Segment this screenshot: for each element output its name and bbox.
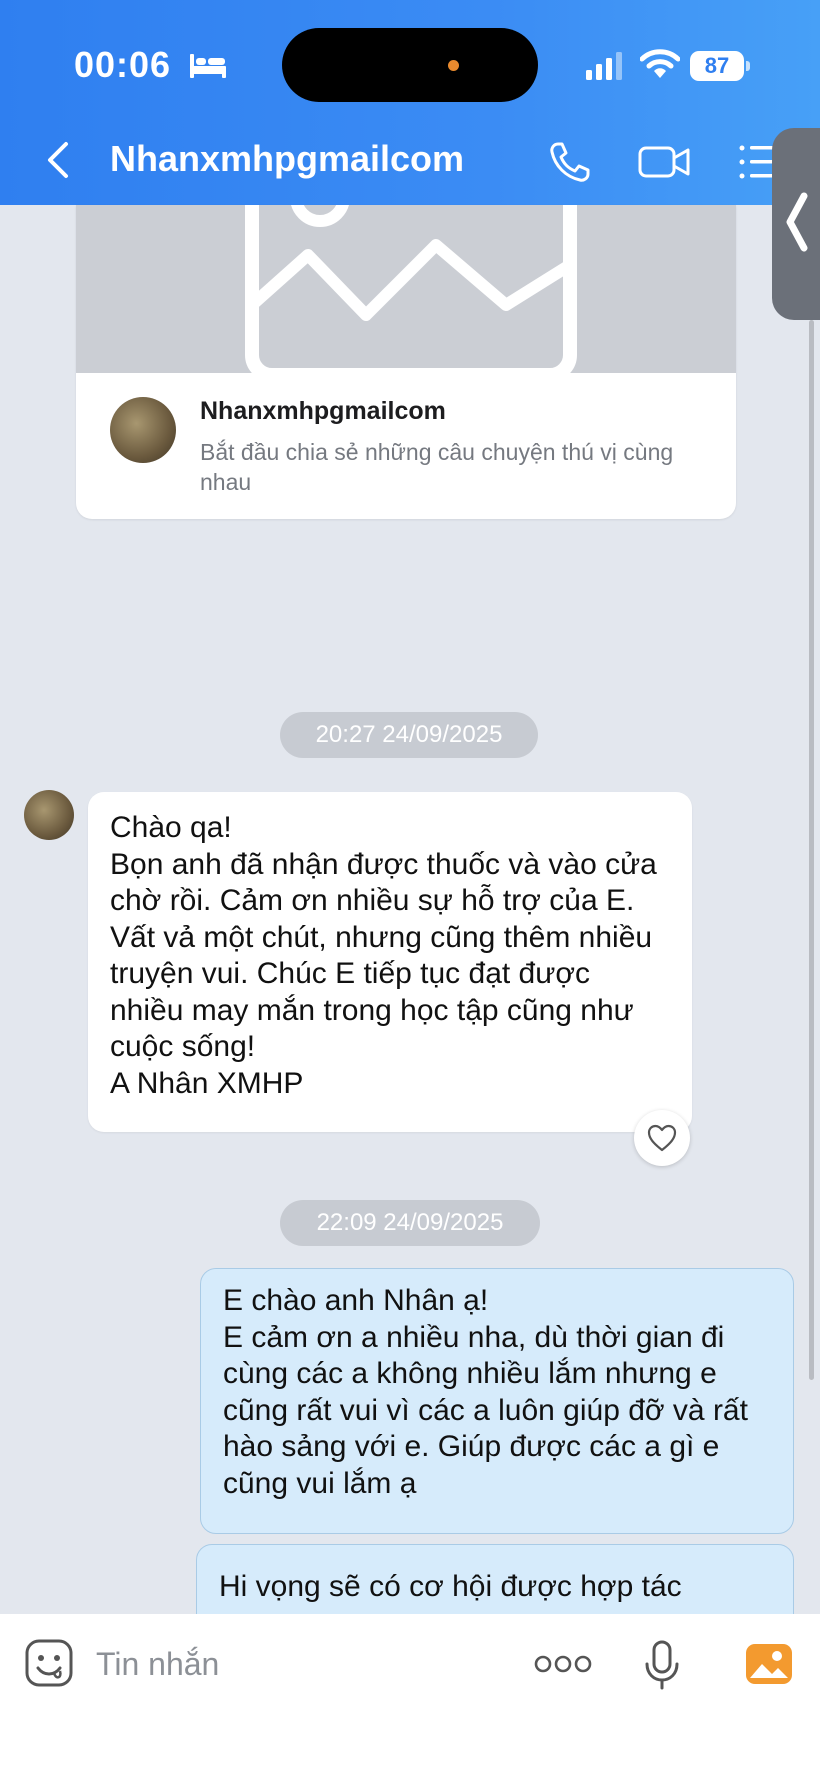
sender-avatar[interactable]: [24, 790, 74, 840]
profile-share-card[interactable]: Nhanxmhpgmailcom Bắt đầu chia sẻ những c…: [76, 205, 736, 519]
battery-indicator: 87: [690, 51, 750, 81]
timestamp-label: 20:27 24/09/2025: [280, 712, 538, 758]
sticker-icon[interactable]: [24, 1638, 74, 1688]
react-heart-button[interactable]: [634, 1110, 690, 1166]
chat-header: 00:06 87 Nhanxmhpgmailcom: [0, 0, 820, 205]
dynamic-island: [282, 28, 538, 102]
status-time: 00:06: [74, 44, 172, 85]
cellular-signal-icon: [586, 52, 622, 80]
image-placeholder-icon: [245, 205, 577, 373]
phone-call-icon[interactable]: [548, 140, 592, 184]
card-name: Nhanxmhpgmailcom: [200, 397, 446, 425]
wifi-icon: [640, 49, 680, 78]
chevron-left-icon: [786, 192, 808, 252]
bed-icon: [190, 54, 226, 78]
timestamp-label: 22:09 24/09/2025: [280, 1200, 540, 1246]
message-composer: [0, 1614, 820, 1782]
microphone-icon[interactable]: [644, 1640, 680, 1690]
card-description: Bắt đầu chia sẻ những câu chuyện thú vị …: [200, 439, 674, 495]
video-call-icon[interactable]: [638, 142, 690, 182]
conversation-title[interactable]: Nhanxmhpgmailcom: [110, 138, 464, 180]
more-options-icon[interactable]: [534, 1654, 592, 1674]
sent-message[interactable]: E chào anh Nhân ạ! E cảm ơn a nhiều nha,…: [200, 1268, 794, 1534]
card-image-placeholder: [76, 205, 736, 373]
message-input[interactable]: [96, 1642, 436, 1686]
side-panel-handle[interactable]: [772, 128, 820, 320]
scrollbar[interactable]: [809, 320, 814, 1380]
photo-gallery-icon[interactable]: [744, 1642, 794, 1686]
back-arrow-icon[interactable]: [44, 140, 74, 180]
received-message[interactable]: Chào qa! Bọn anh đã nhận được thuốc và v…: [88, 792, 692, 1132]
recording-dot: [448, 60, 459, 71]
avatar: [110, 397, 176, 463]
heart-icon: [647, 1124, 677, 1152]
